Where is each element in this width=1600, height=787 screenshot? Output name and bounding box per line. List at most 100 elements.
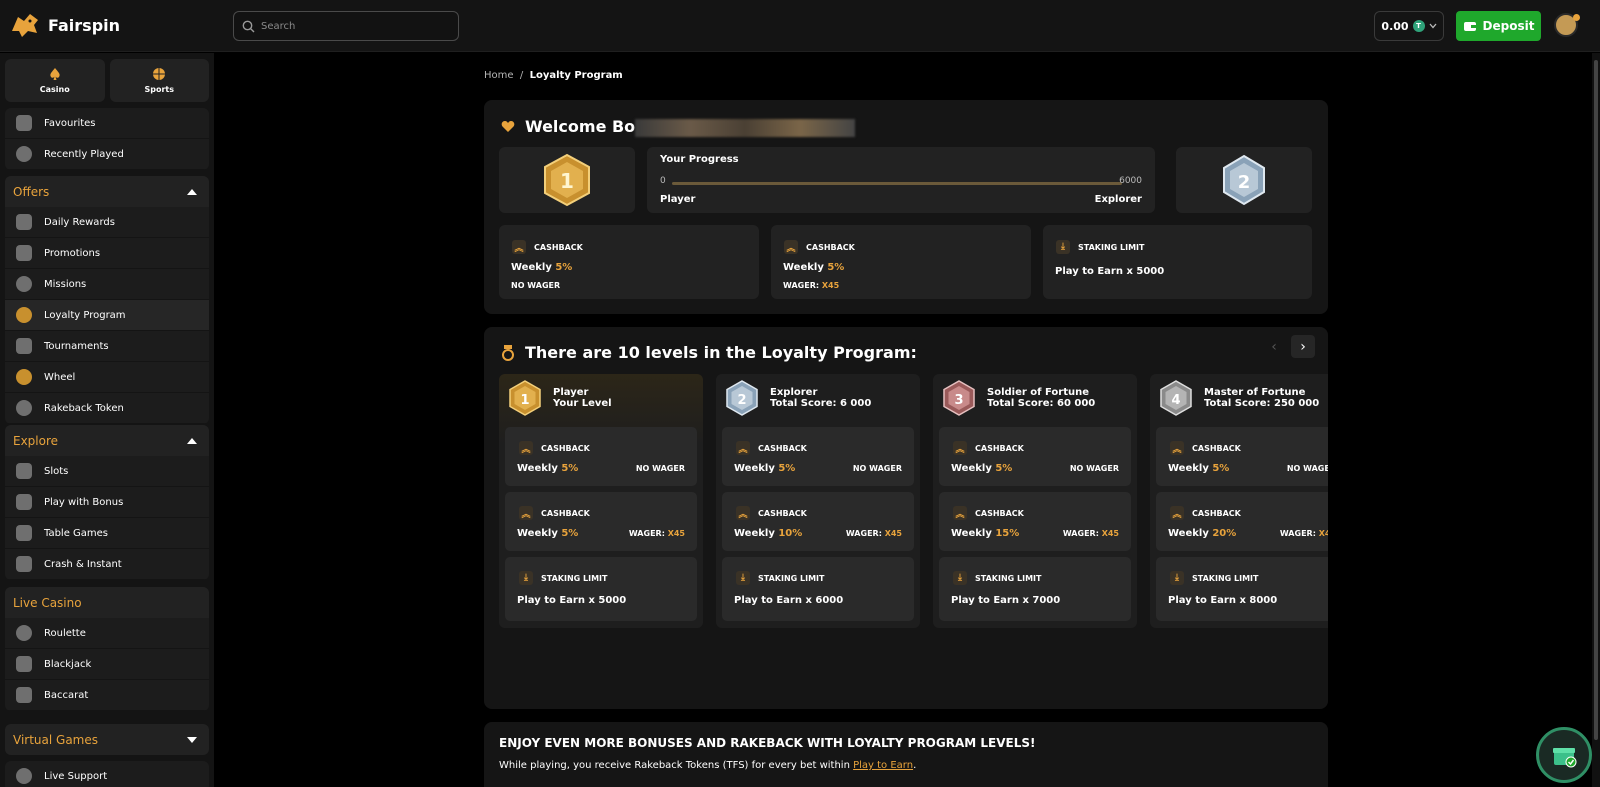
balance-amount: 0.00	[1381, 19, 1409, 33]
progress-from-level: Player	[660, 194, 696, 205]
sidebar-item-live-support[interactable]: Live Support	[5, 761, 209, 787]
svg-text:1: 1	[520, 393, 529, 408]
caret-down-icon	[187, 736, 197, 743]
sidebar-item-recently-played[interactable]: Recently Played	[5, 139, 209, 170]
level-name: Master of Fortune	[1204, 387, 1306, 398]
reward-card-staking-limit: ⤓ STAKING LIMIT Play to Earn x 5000	[1043, 225, 1312, 299]
chevron-up-icon: ︽	[519, 506, 533, 520]
sidebar-item-loyalty-program[interactable]: Loyalty Program	[5, 300, 209, 331]
offers-group: Offers Daily Rewards Promotions Missions…	[5, 176, 209, 424]
chevron-up-icon: ︽	[953, 441, 967, 455]
sidebar-item-missions[interactable]: Missions	[5, 269, 209, 300]
level-score: Total Score: 60 000	[987, 398, 1096, 409]
reward-value: 5%	[555, 262, 573, 273]
sidebar-item-table-games[interactable]: Table Games	[5, 518, 209, 549]
download-icon: ⤓	[736, 571, 750, 585]
gift-icon	[1553, 748, 1577, 768]
reward-prefix: Weekly	[734, 463, 779, 474]
live-casino-header[interactable]: Live Casino	[5, 587, 209, 618]
level-score: Total Score: 250 000	[1204, 398, 1320, 409]
next-arrow-button[interactable]: ›	[1291, 335, 1315, 358]
search-input[interactable]	[261, 20, 441, 32]
sidebar-item-promotions[interactable]: Promotions	[5, 238, 209, 269]
breadcrumb-home[interactable]: Home	[484, 70, 514, 81]
welcome-panel: Welcome Bo 1 Your Progress 0 6000 Player…	[484, 100, 1328, 314]
reward-prefix: Weekly	[1168, 463, 1213, 474]
wager-note: WAGER:	[628, 529, 668, 538]
level-1-badge-icon: 1	[544, 153, 590, 207]
sidebar-item-daily-rewards[interactable]: Daily Rewards	[5, 207, 209, 238]
brand-logo[interactable]: Fairspin	[10, 11, 120, 39]
breadcrumb-current: Loyalty Program	[529, 70, 623, 81]
reward-title: CASHBACK	[534, 242, 583, 252]
level-card: 3 Soldier of Fortune Total Score: 60 000 ︽ C…	[933, 374, 1137, 628]
prev-arrow-button[interactable]: ‹	[1262, 335, 1286, 358]
progress-box: Your Progress 0 6000 Player Explorer	[647, 147, 1155, 213]
info-body: While playing, you receive Rakeback Toke…	[499, 760, 854, 771]
reward-title: STAKING LIMIT	[1192, 573, 1259, 583]
download-icon: ⤓	[953, 571, 967, 585]
wager-note: NO WAGER	[852, 464, 902, 473]
sidebar-item-label: Promotions	[44, 247, 101, 259]
svg-text:2: 2	[737, 393, 746, 408]
welcome-title: Welcome Bo	[501, 117, 856, 137]
sidebar-item-wheel[interactable]: Wheel	[5, 362, 209, 393]
reward-sub: WAGER:	[783, 281, 822, 290]
sidebar-item-play-with-bonus[interactable]: Play with Bonus	[5, 487, 209, 518]
wager-note: NO WAGER	[635, 464, 685, 473]
sidebar-item-favourites[interactable]: Favourites	[5, 108, 209, 139]
chevron-up-icon: ︽	[784, 240, 798, 254]
level-name: Soldier of Fortune	[987, 387, 1090, 398]
reward-title: STAKING LIMIT	[975, 573, 1042, 583]
download-icon: ⤓	[1170, 571, 1184, 585]
sidebar-item-roulette[interactable]: Roulette	[5, 618, 209, 649]
sidebar-item-slots[interactable]: Slots	[5, 456, 209, 487]
reward-prefix: Weekly	[951, 463, 996, 474]
search-box[interactable]	[233, 11, 459, 41]
sports-tab[interactable]: Sports	[109, 59, 209, 102]
reward-value: 10%	[778, 528, 803, 539]
virtual-games-header[interactable]: Virtual Games	[5, 724, 209, 755]
sidebar-item-crash-instant[interactable]: Crash & Instant	[5, 549, 209, 580]
reward-prefix: Weekly	[517, 528, 562, 539]
token-coin-icon: T	[1412, 20, 1425, 32]
calendar-icon	[16, 214, 32, 230]
sidebar-item-rakeback-token[interactable]: Rakeback Token	[5, 393, 209, 424]
casino-label: Casino	[39, 85, 70, 94]
play-to-earn-link[interactable]: Play to Earn	[853, 760, 913, 771]
download-icon: ⤓	[1056, 240, 1070, 254]
chevron-up-icon: ︽	[1170, 506, 1184, 520]
info-end: .	[913, 760, 917, 771]
level-card: 4 Master of Fortune Total Score: 250 000 ︽ C…	[1150, 374, 1328, 628]
info-text: While playing, you receive Rakeback Toke…	[499, 760, 916, 771]
sidebar-item-label: Crash & Instant	[44, 558, 122, 570]
level-badge-icon: 3	[943, 380, 975, 416]
svg-text:4: 4	[1171, 393, 1180, 408]
scrollbar-thumb[interactable]	[1594, 60, 1598, 740]
sidebar-item-label: Recently Played	[44, 148, 124, 160]
offers-header[interactable]: Offers	[5, 176, 209, 207]
sports-label: Sports	[144, 85, 174, 94]
sidebar-item-blackjack[interactable]: Blackjack	[5, 649, 209, 680]
balance-selector[interactable]: 0.00 T	[1374, 11, 1444, 41]
sidebar-item-label: Blackjack	[44, 658, 92, 670]
sidebar-item-tournaments[interactable]: Tournaments	[5, 331, 209, 362]
cards-icon	[16, 525, 32, 541]
welcome-text: Welcome Bo	[525, 117, 636, 136]
level-cashback-wager: ︽ CASHBACK Weekly 5% WAGER: X45	[505, 492, 697, 551]
level-cashback-no-wager: ︽ CASHBACK Weekly 5% NO WAGER	[505, 427, 697, 486]
deposit-button[interactable]: Deposit	[1456, 11, 1541, 41]
level-cashback-no-wager: ︽ CASHBACK Weekly 5% NO WAGER	[1156, 427, 1328, 486]
gift-bonus-button[interactable]	[1536, 727, 1592, 783]
explore-header[interactable]: Explore	[5, 425, 209, 456]
caret-up-icon	[187, 437, 197, 444]
sidebar-item-baccarat[interactable]: Baccarat	[5, 680, 209, 711]
current-level-badge-box: 1	[499, 147, 635, 213]
chevron-up-icon: ︽	[953, 506, 967, 520]
progress-max: 6000	[1119, 176, 1142, 186]
reward-prefix: Weekly	[951, 528, 996, 539]
clock-icon	[16, 146, 32, 162]
casino-tab[interactable]: Casino	[5, 59, 105, 102]
svg-text:3: 3	[954, 393, 963, 408]
blurred-username	[635, 118, 856, 137]
